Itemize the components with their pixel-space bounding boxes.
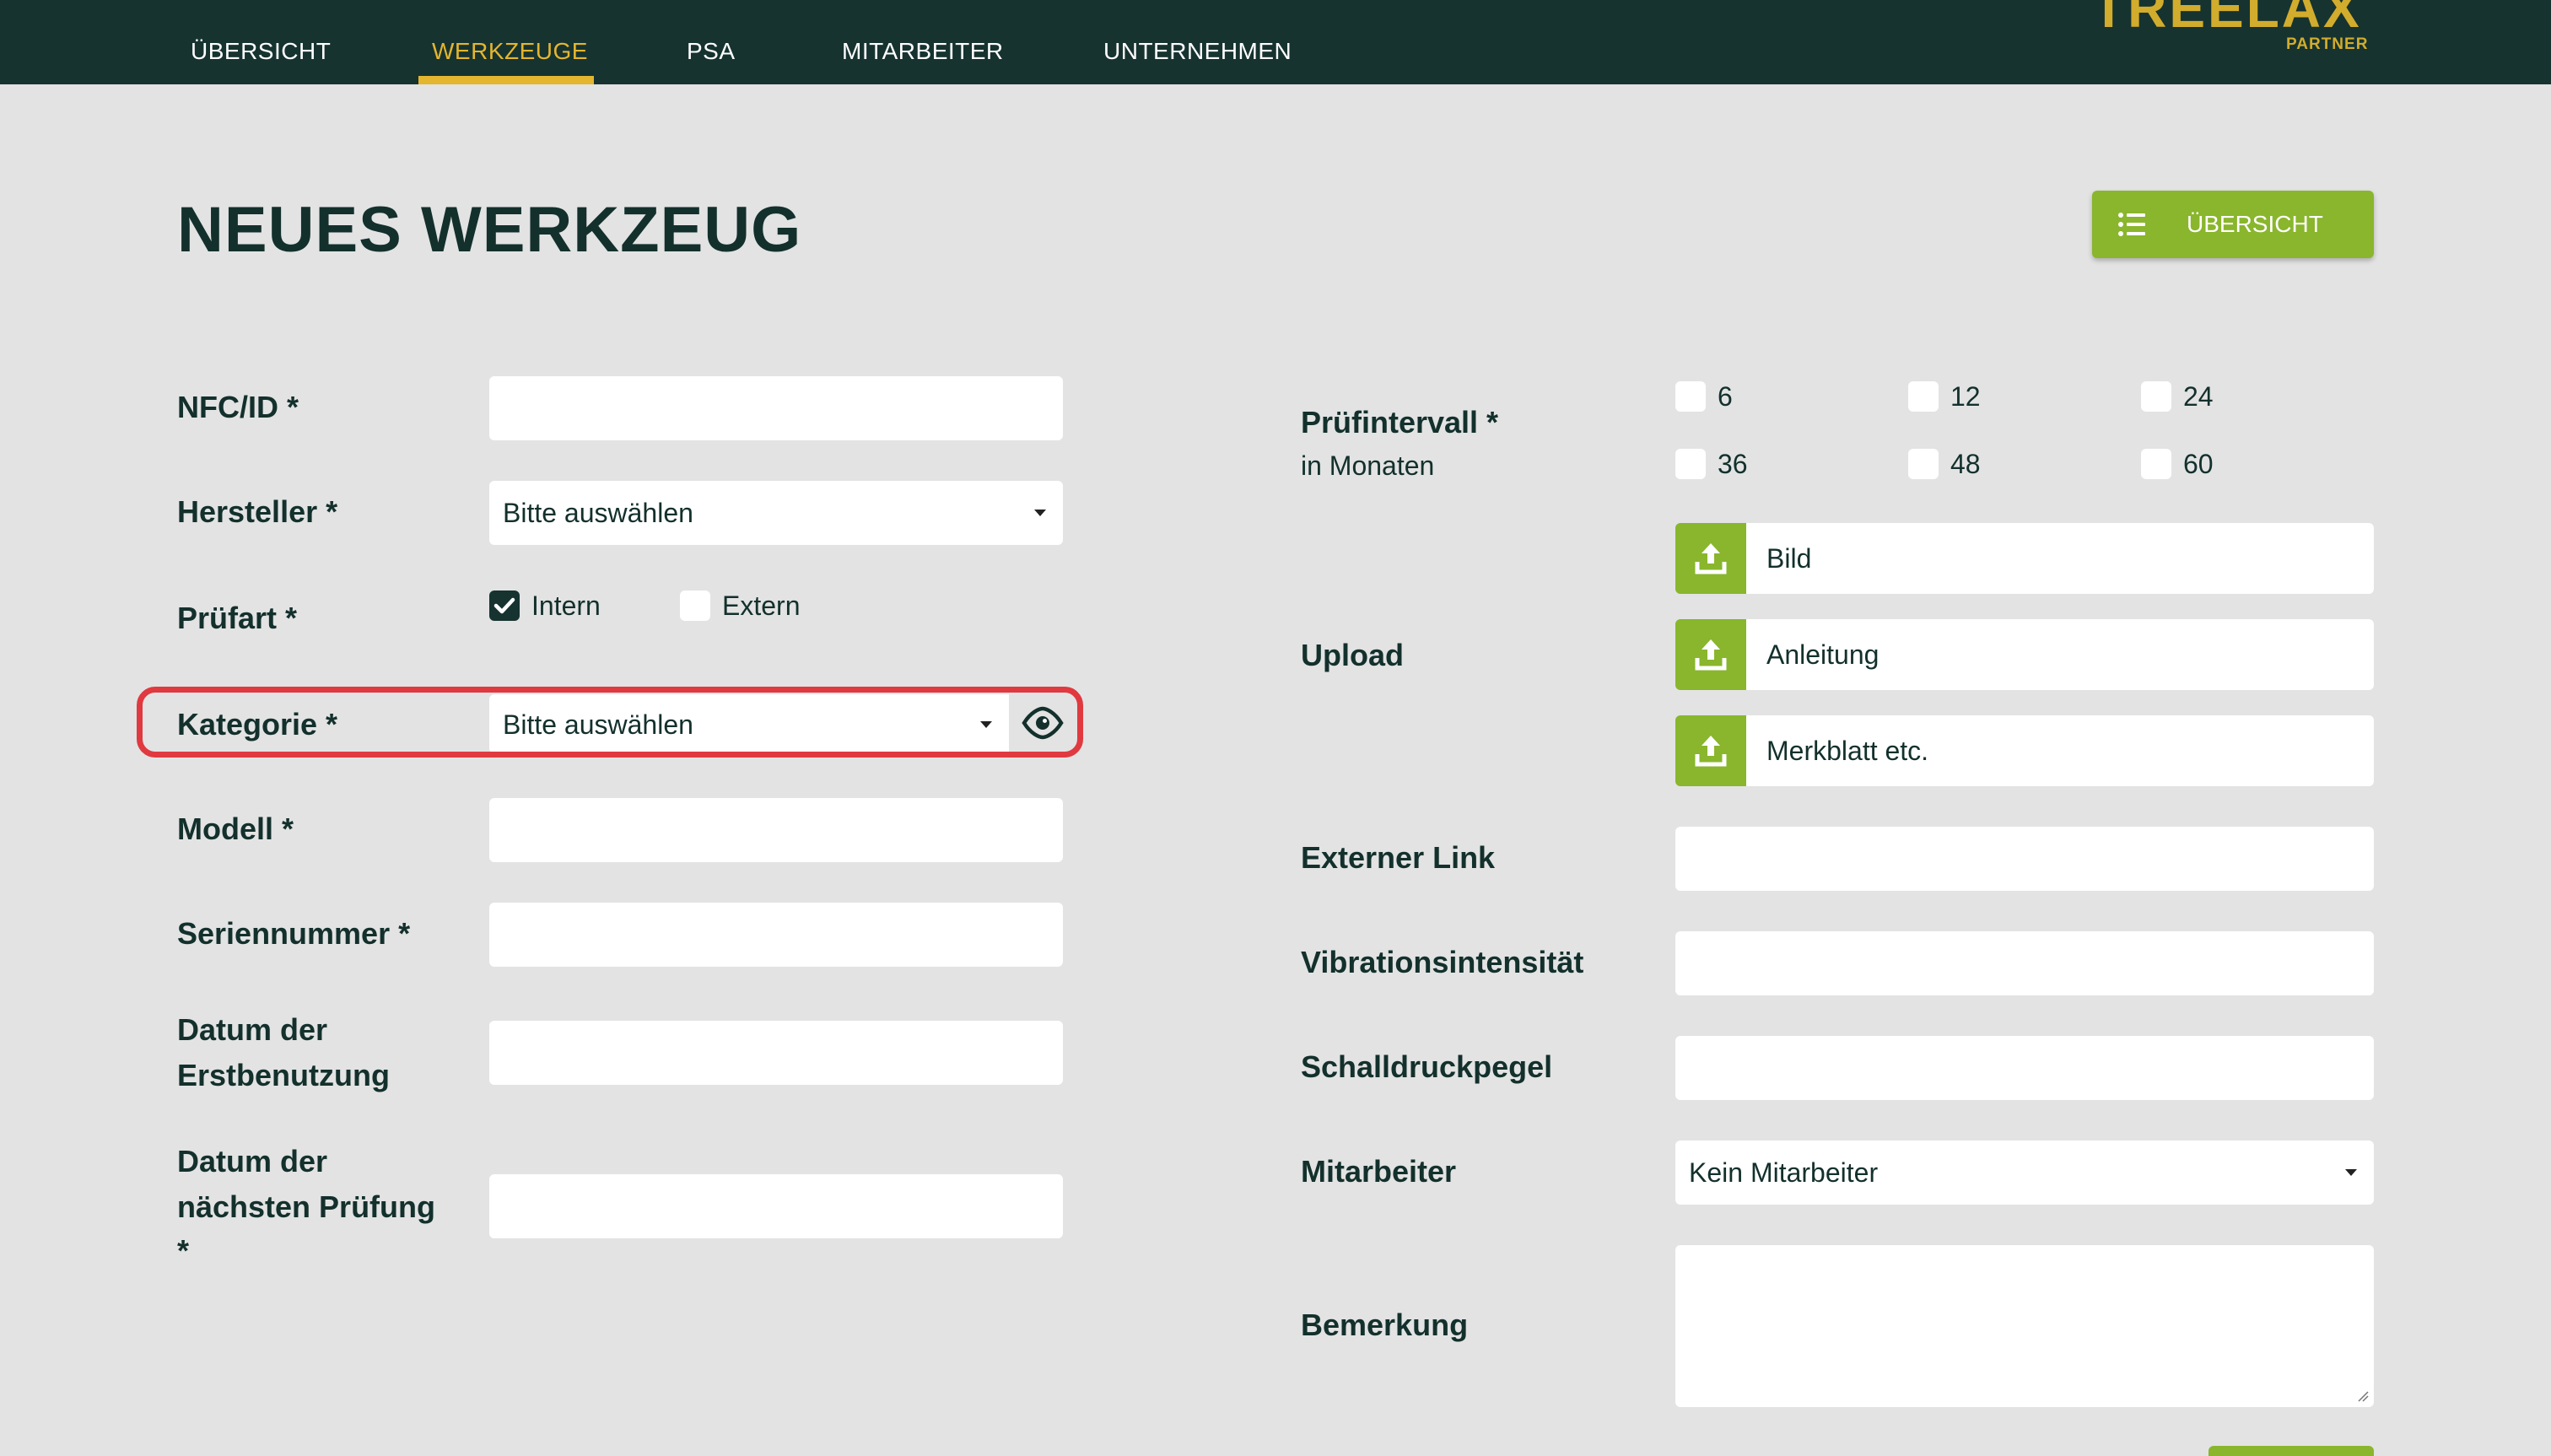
overview-button-label: ÜBERSICHT (2187, 211, 2323, 237)
caret-down-icon (1034, 510, 1046, 516)
nav-item-psa[interactable]: PSA (687, 37, 736, 66)
hersteller-label: Hersteller * (177, 494, 338, 529)
naechste-pruefung-label-line2: nächsten Prüfung (177, 1189, 436, 1224)
logo-subtitle: PARTNER (2286, 35, 2369, 53)
pruefart-intern-checkbox[interactable] (489, 590, 520, 621)
erstbenutzung-label-line2: Erstbenutzung (177, 1058, 390, 1092)
erstbenutzung-date-input[interactable] (489, 1021, 1063, 1085)
upload-anleitung-field[interactable]: Anleitung (1746, 619, 2374, 690)
resize-grip-icon[interactable] (2357, 1390, 2369, 1402)
upload-bild-label: Bild (1766, 543, 1812, 574)
check-icon (493, 597, 515, 614)
naechste-pruefung-label-line3: * (177, 1233, 190, 1268)
mitarbeiter-label: Mitarbeiter (1301, 1154, 1457, 1189)
naechste-pruefung-label: Datum der (177, 1144, 328, 1178)
upload-anleitung-label: Anleitung (1766, 639, 1880, 670)
nav-item-werkzeuge[interactable]: WERKZEUGE (432, 37, 588, 66)
interval-36-checkbox[interactable] (1675, 449, 1706, 479)
interval-36-label: 36 (1718, 449, 1748, 479)
seriennummer-input[interactable] (489, 903, 1063, 967)
upload-icon (1695, 736, 1727, 767)
bemerkung-label: Bemerkung (1301, 1308, 1469, 1342)
pruefart-intern-label: Intern (531, 590, 601, 621)
upload-bild-button[interactable] (1675, 523, 1746, 594)
page-title: NEUES WERKZEUG (177, 194, 802, 266)
hersteller-select[interactable]: Bitte auswählen (489, 481, 1063, 545)
modell-label: Modell * (177, 812, 294, 846)
pruefintervall-label: Prüfintervall * (1301, 405, 1499, 439)
nfc-label: NFC/ID * (177, 390, 299, 424)
pruefart-extern-checkbox[interactable] (680, 590, 710, 621)
vibration-label: Vibrationsintensität (1301, 945, 1584, 979)
pruefintervall-sublabel: in Monaten (1301, 450, 1435, 481)
interval-48-checkbox[interactable] (1908, 449, 1939, 479)
overview-button[interactable]: ÜBERSICHT (2092, 191, 2374, 258)
interval-48-label: 48 (1950, 449, 1981, 479)
upload-merkblatt-field[interactable]: Merkblatt etc. (1746, 715, 2374, 786)
interval-6-checkbox[interactable] (1675, 381, 1706, 412)
pruefart-label: Prüfart * (177, 601, 298, 635)
upload-icon (1695, 543, 1727, 574)
interval-12-label: 12 (1950, 381, 1981, 412)
nav-item-mitarbeiter[interactable]: MITARBEITER (842, 37, 1004, 66)
upload-merkblatt-button[interactable] (1675, 715, 1746, 786)
erstbenutzung-label: Datum der (177, 1012, 328, 1047)
upload-anleitung-button[interactable] (1675, 619, 1746, 690)
active-tab-indicator (418, 76, 594, 84)
interval-6-label: 6 (1718, 381, 1733, 412)
interval-60-label: 60 (2183, 449, 2214, 479)
upload-merkblatt-label: Merkblatt etc. (1766, 736, 1929, 766)
bemerkung-textarea[interactable] (1675, 1245, 2374, 1407)
nfc-input[interactable] (489, 376, 1063, 440)
upload-label: Upload (1301, 638, 1404, 672)
upload-icon (1695, 639, 1727, 671)
schalldruckpegel-label: Schalldruckpegel (1301, 1049, 1553, 1084)
mitarbeiter-select[interactable]: Kein Mitarbeiter (1675, 1141, 2374, 1205)
hersteller-select-value: Bitte auswählen (503, 498, 693, 528)
naechste-pruefung-date-input[interactable] (489, 1174, 1063, 1238)
modell-input[interactable] (489, 798, 1063, 862)
interval-24-checkbox[interactable] (2141, 381, 2171, 412)
interval-12-checkbox[interactable] (1908, 381, 1939, 412)
interval-24-label: 24 (2183, 381, 2214, 412)
mitarbeiter-select-value: Kein Mitarbeiter (1689, 1157, 1879, 1188)
caret-down-icon (2345, 1169, 2357, 1176)
upload-bild-field[interactable]: Bild (1746, 523, 2374, 594)
externer-link-label: Externer Link (1301, 840, 1496, 875)
nav-item-unternehmen[interactable]: UNTERNEHMEN (1103, 37, 1292, 66)
schalldruckpegel-input[interactable] (1675, 1036, 2374, 1100)
logo[interactable]: TREELAX (2092, 0, 2362, 35)
pruefart-extern-label: Extern (722, 590, 801, 621)
list-icon (2117, 211, 2148, 244)
interval-60-checkbox[interactable] (2141, 449, 2171, 479)
submit-button[interactable] (2209, 1446, 2374, 1456)
highlight-frame (137, 687, 1083, 758)
seriennummer-label: Seriennummer * (177, 916, 411, 951)
vibration-input[interactable] (1675, 931, 2374, 995)
nav-item-uebersicht[interactable]: ÜBERSICHT (191, 37, 331, 66)
externer-link-input[interactable] (1675, 827, 2374, 891)
